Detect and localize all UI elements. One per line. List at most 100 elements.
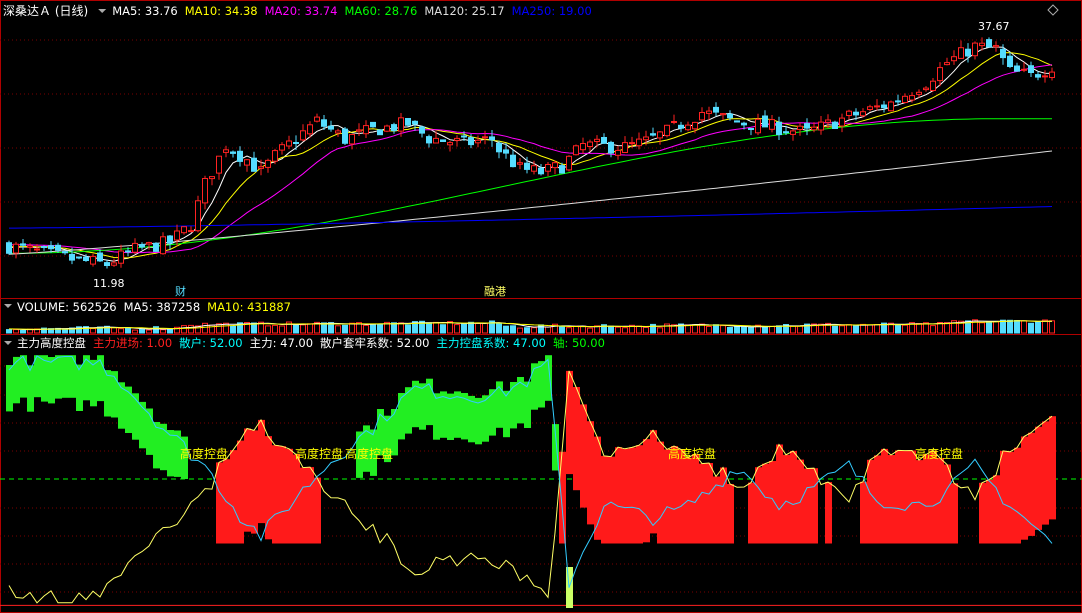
candle-body <box>398 117 404 132</box>
candle-body <box>496 142 502 153</box>
candle-body <box>279 144 285 151</box>
main-control-bar <box>573 387 580 491</box>
candle-body <box>552 162 558 169</box>
main-control-bar <box>951 483 958 544</box>
candle-body <box>762 115 768 128</box>
ma-legend-0: MA5: 33.76 <box>112 4 178 18</box>
main-control-bar <box>307 467 314 544</box>
volume-bar <box>279 325 285 334</box>
main-control-bar <box>650 430 657 534</box>
candle-body <box>111 262 117 266</box>
main-control-bar <box>293 454 300 544</box>
candle-body <box>601 137 607 144</box>
candle-body <box>517 162 523 165</box>
high-price-label: 37.67 <box>978 20 1010 33</box>
volume-bar <box>762 326 768 334</box>
indicator-legend-1: 主力进场: 1.00 <box>93 336 172 350</box>
candle-body <box>671 121 677 123</box>
retail-control-bar <box>153 422 160 469</box>
volume-bar <box>580 325 586 334</box>
candle-body <box>804 123 810 129</box>
main-control-bar <box>251 430 258 534</box>
volume-bar <box>461 323 467 334</box>
candle-body <box>27 245 33 248</box>
indicator-legend-4: 散户套牢系数: 52.00 <box>320 336 429 350</box>
volume-bar <box>1007 319 1013 334</box>
volume-bar <box>839 325 845 334</box>
volume-bar <box>125 327 131 334</box>
candle-body <box>531 165 537 172</box>
main-control-bar <box>1042 421 1049 525</box>
volume-bar <box>517 327 523 334</box>
volume-legend-1: MA5: 387258 <box>124 300 201 314</box>
retail-control-bar <box>482 395 489 442</box>
volume-bar <box>853 324 859 334</box>
candle-body <box>895 100 901 103</box>
candle-body <box>573 145 579 156</box>
candle-body <box>314 116 320 122</box>
volume-bar <box>1035 321 1041 334</box>
candle-body <box>202 178 208 204</box>
volume-bar <box>930 325 936 334</box>
volume-bar <box>643 326 649 334</box>
marker-cai[interactable]: 财 <box>175 284 186 298</box>
retail-control-bar <box>139 401 146 449</box>
candle-body <box>482 136 488 139</box>
candle-body <box>734 120 740 123</box>
candle-body <box>510 154 516 168</box>
retail-control-bar <box>6 365 13 412</box>
candle-body <box>230 151 236 154</box>
retail-control-bar <box>447 393 454 440</box>
volume-bar <box>13 329 19 334</box>
candle-body <box>69 253 75 261</box>
candle-body <box>475 139 481 144</box>
high-control-annotation: 高度控盘 <box>345 446 393 461</box>
volume-bar <box>608 325 614 334</box>
main-control-bar <box>580 404 587 508</box>
retail-control-bar <box>503 390 510 438</box>
main-control-bar <box>762 463 769 544</box>
candle-body <box>608 141 614 154</box>
candle-body <box>335 130 341 134</box>
retail-control-bar <box>55 355 62 399</box>
volume-bar <box>335 325 341 334</box>
candle-body <box>167 235 173 244</box>
volume-bar <box>622 327 628 334</box>
candle-body <box>223 149 229 153</box>
candle-body <box>650 133 656 136</box>
retail-control-bar <box>104 370 111 417</box>
indicator-legend-6: 轴: 50.00 <box>553 336 605 350</box>
candle-body <box>97 252 103 262</box>
volume-bar <box>1042 319 1048 334</box>
candle-body <box>706 110 712 114</box>
marker-ronggang[interactable]: 融港 <box>484 285 506 298</box>
candle-body <box>160 236 166 255</box>
candle-body <box>426 136 432 144</box>
retail-control-bar <box>531 363 538 410</box>
candle-body <box>741 122 747 126</box>
main-control-bar <box>930 450 937 544</box>
main-control-bar <box>923 454 930 544</box>
main-control-bar <box>1049 416 1056 520</box>
volume-bar <box>797 325 803 334</box>
main-control-bar <box>727 484 734 544</box>
retail-control-bar <box>90 359 97 407</box>
volume-bar <box>636 325 642 334</box>
candle-body <box>41 246 47 248</box>
stock-chart[interactable]: 高度控盘 高度控盘 高度控盘 高度控盘 高度控盘 MA5: 33.76 MA10: 34.… <box>0 0 1082 613</box>
candle-body <box>139 244 145 248</box>
main-control-bar <box>986 479 993 544</box>
indicator-legend-0: 主力高度控盘 <box>17 336 86 350</box>
volume-bar <box>538 324 544 334</box>
candle-body <box>370 121 376 128</box>
main-control-bar <box>244 428 251 532</box>
candle-body <box>993 45 999 48</box>
candle <box>384 124 390 133</box>
ma-legend-5: MA250: 19.00 <box>512 4 592 18</box>
candle-body <box>440 139 446 142</box>
candle-body <box>377 129 383 136</box>
candle-body <box>720 113 726 116</box>
volume-bar <box>188 324 194 334</box>
indicator-legend-5: 主力控盘系数: 47.00 <box>437 336 546 350</box>
candle-body <box>846 110 852 116</box>
